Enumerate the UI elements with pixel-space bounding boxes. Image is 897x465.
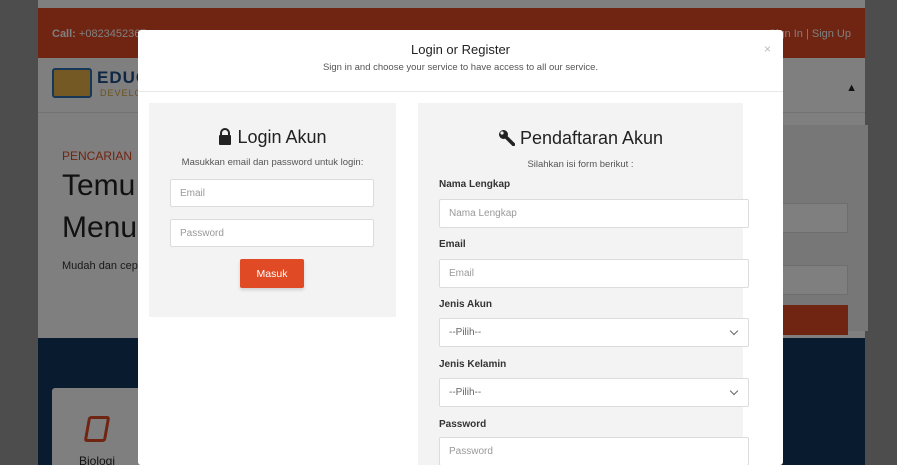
- lock-icon: [218, 128, 232, 150]
- register-gender-select[interactable]: --Pilih--: [439, 378, 749, 407]
- register-panel: Pendaftaran Akun Silahkan isi form berik…: [418, 103, 749, 465]
- register-gender-label: Jenis Kelamin: [439, 359, 507, 370]
- register-account-type-select[interactable]: --Pilih--: [439, 318, 749, 347]
- login-submit-button[interactable]: Masuk: [240, 259, 304, 288]
- login-register-modal: Login or Register Sign in and choose you…: [138, 30, 783, 465]
- register-note: Silahkan isi form berikut :: [527, 159, 634, 170]
- login-panel: Login Akun Masukkan email dan password u…: [149, 103, 396, 317]
- login-title: Login Akun: [149, 127, 396, 150]
- login-email-input[interactable]: [170, 179, 374, 207]
- register-email-label: Email: [439, 239, 466, 250]
- modal-title: Login or Register: [411, 42, 510, 57]
- register-email-input[interactable]: [439, 259, 749, 288]
- modal-header: Login or Register Sign in and choose you…: [138, 30, 783, 92]
- close-icon[interactable]: ×: [764, 42, 771, 56]
- login-title-text: Login Akun: [237, 127, 327, 147]
- register-title-text: Pendaftaran Akun: [519, 128, 664, 148]
- login-password-input[interactable]: [170, 219, 374, 247]
- register-name-input[interactable]: [439, 199, 749, 228]
- register-title: Pendaftaran Akun: [418, 128, 743, 151]
- wrench-icon: [498, 129, 516, 151]
- register-name-label: Nama Lengkap: [439, 179, 511, 190]
- register-password-label: Password: [439, 419, 487, 430]
- modal-subtitle: Sign in and choose your service to have …: [322, 62, 599, 73]
- login-note: Masukkan email dan password untuk login:: [181, 157, 364, 168]
- register-password-input[interactable]: [439, 437, 749, 465]
- register-account-type-label: Jenis Akun: [439, 299, 492, 310]
